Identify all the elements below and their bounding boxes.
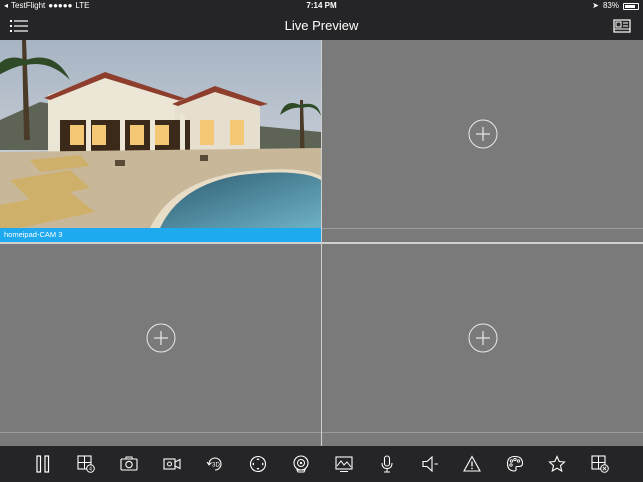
location-icon: ➤ bbox=[592, 1, 599, 10]
video-cell-2[interactable] bbox=[322, 40, 643, 242]
nav-bar: Live Preview bbox=[0, 12, 643, 40]
battery-percent: 83% bbox=[602, 1, 619, 10]
cell-2-toolbar bbox=[322, 228, 643, 242]
ptz-icon[interactable] bbox=[292, 455, 310, 473]
video-cell-3[interactable] bbox=[0, 244, 321, 446]
favorite-icon[interactable] bbox=[548, 455, 566, 473]
add-camera-icon[interactable] bbox=[146, 323, 176, 353]
empty-feed bbox=[322, 244, 643, 432]
channel-layout-icon[interactable] bbox=[613, 19, 631, 33]
audio-icon[interactable] bbox=[421, 455, 439, 473]
video-cell-1[interactable]: homeipad-CAM 3 bbox=[0, 40, 321, 242]
bottom-toolbar: 4 3D bbox=[0, 446, 643, 482]
cell-1-toolbar: homeipad-CAM 3 bbox=[0, 228, 321, 242]
add-camera-icon[interactable] bbox=[468, 119, 498, 149]
video-cell-4[interactable] bbox=[322, 244, 643, 446]
3d-position-icon[interactable]: 3D bbox=[206, 455, 224, 473]
video-grid: homeipad-CAM 3 bbox=[0, 40, 643, 446]
pause-icon[interactable] bbox=[34, 455, 52, 473]
camera-label: homeipad-CAM 3 bbox=[4, 230, 63, 239]
color-icon[interactable] bbox=[506, 455, 524, 473]
talk-icon[interactable] bbox=[378, 455, 396, 473]
image-adjust-icon[interactable] bbox=[335, 455, 353, 473]
add-camera-icon[interactable] bbox=[468, 323, 498, 353]
svg-text:4: 4 bbox=[89, 466, 92, 472]
fisheye-icon[interactable] bbox=[249, 455, 267, 473]
page-title: Live Preview bbox=[284, 18, 359, 33]
battery-icon bbox=[623, 2, 639, 10]
close-all-icon[interactable] bbox=[591, 455, 609, 473]
status-bar: ◂ TestFlight ●●●●● LTE 7:14 PM ➤ 83% bbox=[0, 0, 643, 12]
3d-label: 3D bbox=[212, 463, 220, 469]
cell-4-toolbar bbox=[322, 432, 643, 446]
window-split-icon[interactable]: 4 bbox=[77, 455, 95, 473]
camera-feed-image bbox=[0, 40, 321, 228]
record-icon[interactable] bbox=[163, 455, 181, 473]
status-right: ➤ 83% bbox=[592, 0, 639, 12]
cell-3-toolbar bbox=[0, 432, 321, 446]
empty-feed bbox=[322, 40, 643, 228]
alarm-icon[interactable] bbox=[463, 455, 481, 473]
status-time: 7:14 PM bbox=[306, 1, 337, 10]
snapshot-icon[interactable] bbox=[120, 455, 138, 473]
empty-feed bbox=[0, 244, 321, 432]
